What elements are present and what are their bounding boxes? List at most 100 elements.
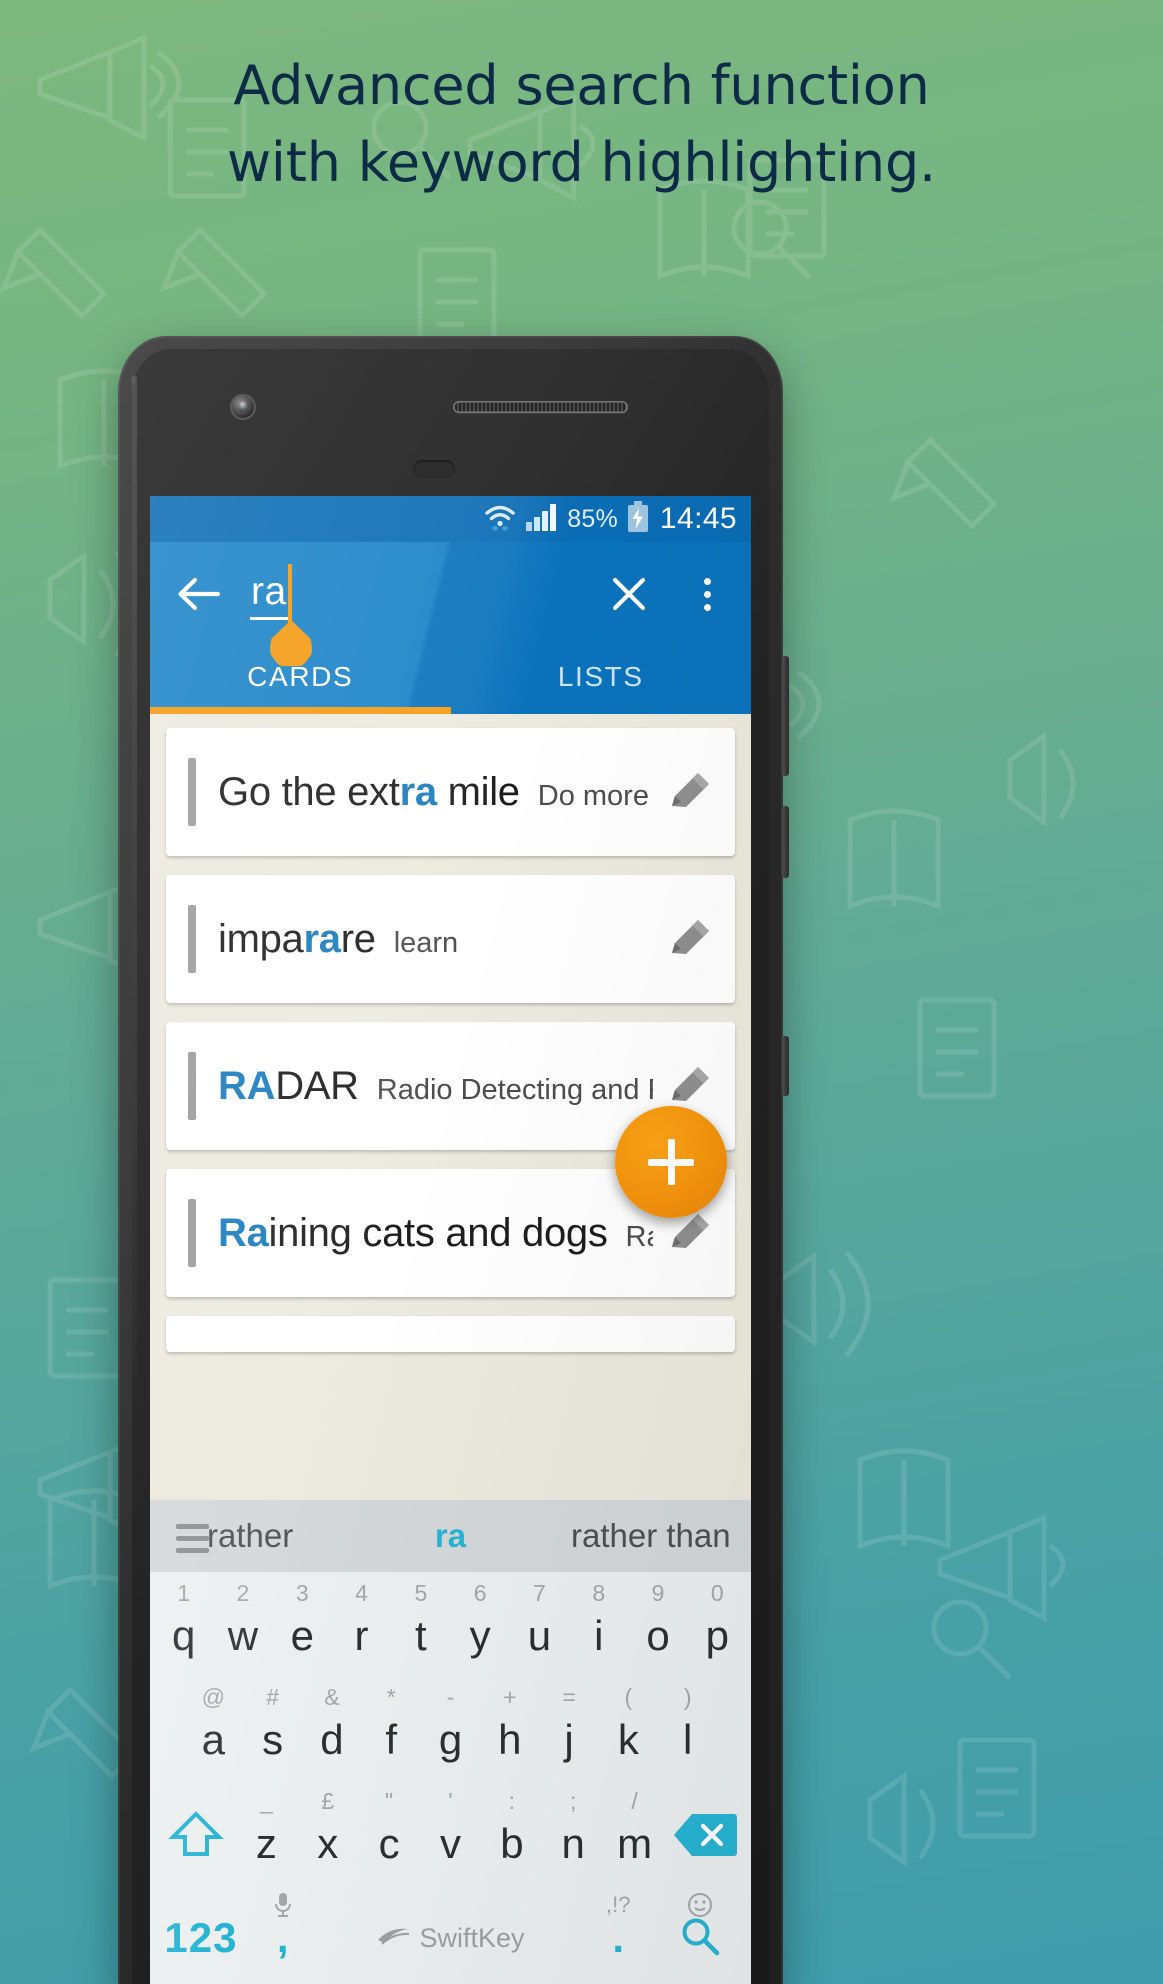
- key-i[interactable]: 8i: [569, 1578, 628, 1676]
- key-q[interactable]: 1q: [154, 1578, 213, 1676]
- key-u[interactable]: 7u: [510, 1578, 569, 1676]
- software-keyboard[interactable]: rather ra rather than 1q 2w 3e 4r 5t 6y …: [150, 1500, 751, 1984]
- key-alt-label: :: [508, 1788, 516, 1814]
- pencil-icon[interactable]: [663, 912, 717, 966]
- key-f[interactable]: * f: [362, 1682, 421, 1780]
- shift-up-icon[interactable]: [156, 1786, 236, 1884]
- key-alt-label: ,!?: [606, 1892, 631, 1917]
- key-search-action[interactable]: [659, 1886, 741, 1984]
- key-alt-label: _: [260, 1788, 273, 1814]
- key-main-label: q: [171, 1612, 196, 1659]
- card-definition: learn: [393, 926, 459, 959]
- card-item[interactable]: Go the extra mile Do more tha…: [166, 728, 735, 856]
- key-main-label: n: [561, 1820, 585, 1867]
- card-item-partial[interactable]: [166, 1316, 735, 1352]
- suggestion-item-active[interactable]: ra: [350, 1517, 550, 1555]
- key-main-label: x: [317, 1820, 339, 1867]
- key-main-label: t: [415, 1612, 427, 1659]
- proximity-sensor: [413, 460, 455, 478]
- smiley-emoji-icon[interactable]: [687, 1892, 713, 1924]
- swiftkey-brand: SwiftKey: [376, 1923, 525, 1954]
- key-alt-label: +: [503, 1684, 517, 1710]
- key-alt-label: ): [683, 1684, 692, 1710]
- card-list[interactable]: Go the extra mile Do more tha…: [150, 714, 751, 1352]
- front-camera-icon: [230, 394, 256, 420]
- key-d[interactable]: & d: [302, 1682, 361, 1780]
- key-main-label: 123: [164, 1914, 238, 1961]
- key-main-label: i: [594, 1612, 604, 1659]
- key-alt-label: ': [448, 1788, 453, 1814]
- headline-line-1: Advanced search function: [233, 54, 930, 117]
- key-main-label: p: [705, 1612, 730, 1659]
- card-term-before: impa: [218, 916, 304, 961]
- tab-cards[interactable]: CARDS: [150, 646, 451, 714]
- key-main-label: a: [201, 1716, 225, 1763]
- key-b[interactable]: :b: [481, 1786, 542, 1884]
- key-main-label: y: [469, 1612, 491, 1659]
- text-caret: [288, 564, 292, 624]
- hamburger-menu-icon[interactable]: [176, 1524, 209, 1553]
- search-input-value[interactable]: ra: [250, 571, 288, 620]
- key-h[interactable]: + h: [480, 1682, 539, 1780]
- card-term-highlight: RA: [218, 1063, 276, 1108]
- key-w[interactable]: 2w: [213, 1578, 272, 1676]
- key-l[interactable]: ) l: [658, 1682, 717, 1780]
- key-alt-label: 8: [592, 1580, 606, 1606]
- key-c[interactable]: " c: [358, 1786, 419, 1884]
- more-vertical-icon[interactable]: [681, 568, 733, 620]
- arrow-left-icon[interactable]: [174, 570, 222, 618]
- key-x[interactable]: £ x: [297, 1786, 358, 1884]
- key-t[interactable]: 5t: [391, 1578, 450, 1676]
- add-card-fab[interactable]: [615, 1106, 727, 1218]
- key-space[interactable]: SwiftKey: [324, 1886, 578, 1984]
- key-k[interactable]: (k: [599, 1682, 658, 1780]
- pencil-icon[interactable]: [663, 1059, 717, 1113]
- toolbar-tabs: CARDS LISTS: [150, 646, 751, 714]
- key-a[interactable]: @ a: [184, 1682, 243, 1780]
- side-button-lower[interactable]: [782, 1036, 789, 1096]
- card-term-after: re: [340, 916, 376, 961]
- key-z[interactable]: _ z: [236, 1786, 297, 1884]
- key-y[interactable]: 6y: [451, 1578, 510, 1676]
- search-input[interactable]: ra: [250, 571, 288, 620]
- key-v[interactable]: ' v: [420, 1786, 481, 1884]
- suggestion-item[interactable]: rather than: [551, 1517, 751, 1555]
- key-alt-label: 4: [355, 1580, 368, 1606]
- key-m[interactable]: / m: [604, 1786, 665, 1884]
- key-e[interactable]: 3e: [273, 1578, 332, 1676]
- key-p[interactable]: 0p: [688, 1578, 747, 1676]
- key-g[interactable]: -g: [421, 1682, 480, 1780]
- card-term-highlight: Ra: [218, 1210, 269, 1255]
- tab-lists[interactable]: LISTS: [451, 646, 752, 714]
- pencil-icon[interactable]: [663, 765, 717, 819]
- backspace-delete-icon[interactable]: [665, 1786, 745, 1884]
- key-j[interactable]: = j: [539, 1682, 598, 1780]
- key-alt-label: =: [562, 1684, 576, 1710]
- key-alt-label: @: [201, 1684, 225, 1710]
- headline-line-2: with keyword highlighting.: [226, 130, 937, 194]
- key-alt-label: 5: [414, 1580, 428, 1606]
- card-item[interactable]: imparare learn: [166, 875, 735, 1003]
- key-alt-label: 0: [710, 1580, 724, 1606]
- promo-headline: Advanced search function with keyword hi…: [0, 48, 1163, 201]
- app-toolbar: ra CARDS LISTS: [150, 542, 751, 714]
- key-numeric-toggle[interactable]: 123: [160, 1886, 242, 1984]
- power-button[interactable]: [782, 806, 789, 878]
- cellular-signal-icon: [526, 503, 558, 536]
- volume-button[interactable]: [782, 656, 789, 776]
- key-o[interactable]: 9o: [628, 1578, 687, 1676]
- earpiece-speaker: [453, 401, 628, 413]
- key-r[interactable]: 4r: [332, 1578, 391, 1676]
- keyboard-row-2: @ a # s & d * f -g + h = j (k ) l: [150, 1676, 751, 1780]
- key-n[interactable]: ; n: [543, 1786, 604, 1884]
- phone-edge-highlight: [132, 376, 137, 1376]
- key-main-label: e: [290, 1612, 314, 1659]
- phone-screen: 85% 14:45 ra CARDS LISTS Go the extra mi…: [150, 496, 751, 1984]
- close-icon[interactable]: [603, 568, 655, 620]
- key-s[interactable]: # s: [243, 1682, 302, 1780]
- key-comma[interactable]: ,: [242, 1886, 324, 1984]
- key-alt-label: (: [624, 1684, 633, 1710]
- key-period[interactable]: ,!? .: [577, 1886, 659, 1984]
- card-term-after: mile: [436, 769, 520, 814]
- key-main-label: h: [498, 1716, 522, 1763]
